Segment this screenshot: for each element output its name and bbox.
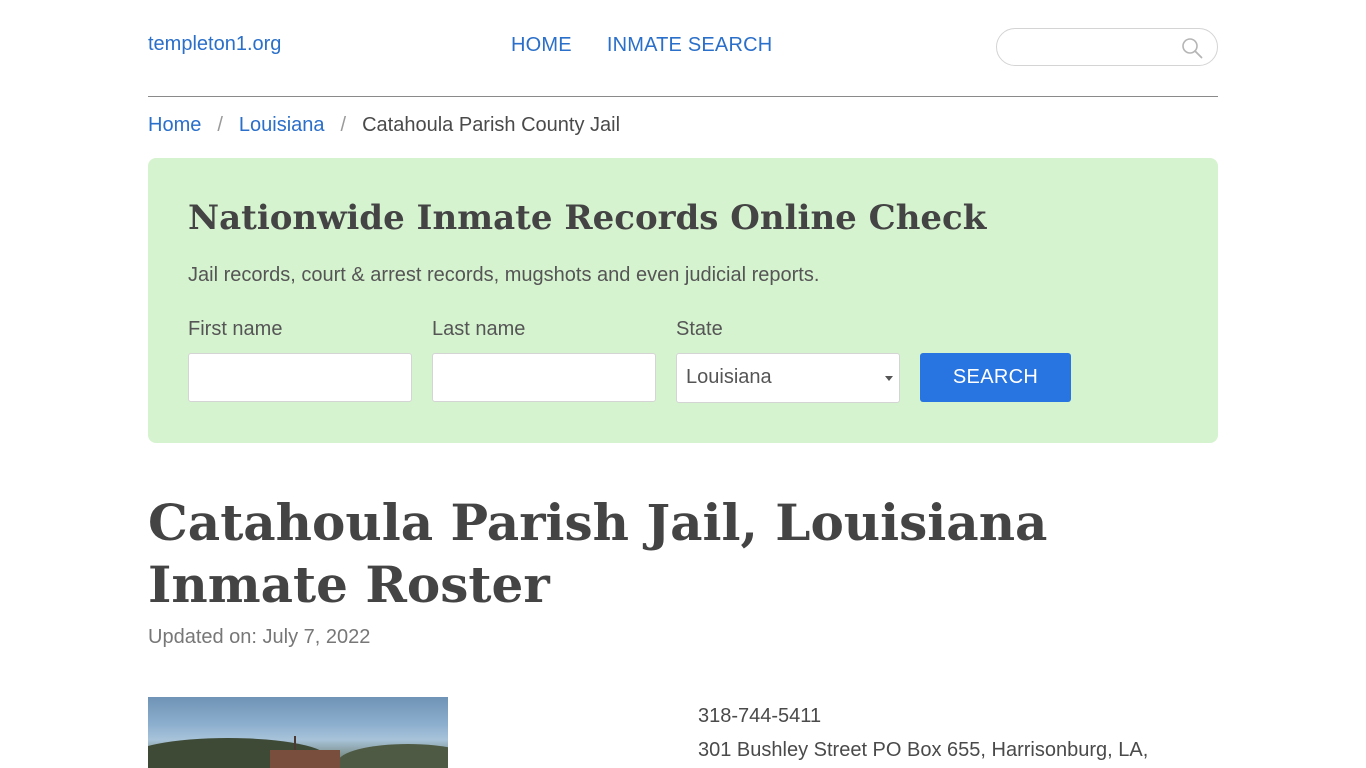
site-header: templeton1.org HOME INMATE SEARCH <box>148 0 1218 97</box>
search-icon[interactable] <box>1181 37 1203 59</box>
contact-info: 318-744-5411 301 Bushley Street PO Box 6… <box>698 699 1148 767</box>
main-nav: HOME INMATE SEARCH <box>511 34 772 57</box>
breadcrumb: Home / Louisiana / Catahoula Parish Coun… <box>148 114 620 137</box>
inmate-search-panel: Nationwide Inmate Records Online Check J… <box>148 158 1218 443</box>
page-title: Catahoula Parish Jail, Louisiana Inmate … <box>148 493 1048 614</box>
phone-number: 318-744-5411 <box>698 705 822 727</box>
breadcrumb-separator: / <box>340 114 347 136</box>
header-search-input[interactable] <box>1011 35 1175 61</box>
header-search-box <box>996 28 1218 66</box>
nav-inmate-search-link[interactable]: INMATE SEARCH <box>607 34 773 57</box>
jail-photo <box>148 697 448 768</box>
nav-home-link[interactable]: HOME <box>511 34 572 57</box>
search-button[interactable]: SEARCH <box>920 353 1071 402</box>
breadcrumb-louisiana-link[interactable]: Louisiana <box>239 114 325 137</box>
last-name-label: Last name <box>432 318 526 340</box>
first-name-label: First name <box>188 318 283 340</box>
first-name-input[interactable] <box>189 354 411 401</box>
page-container: templeton1.org HOME INMATE SEARCH Home /… <box>148 0 1218 768</box>
address: 301 Bushley Street PO Box 655, Harrisonb… <box>698 739 1149 761</box>
breadcrumb-home-link[interactable]: Home <box>148 114 201 137</box>
breadcrumb-current: Catahoula Parish County Jail <box>362 114 621 136</box>
updated-date: Updated on: July 7, 2022 <box>148 626 371 648</box>
first-name-field-wrapper <box>188 353 412 402</box>
panel-subtitle: Jail records, court & arrest records, mu… <box>188 264 820 286</box>
panel-title: Nationwide Inmate Records Online Check <box>188 198 987 238</box>
caret-down-icon <box>885 376 893 381</box>
last-name-field-wrapper <box>432 353 656 402</box>
site-name-link[interactable]: templeton1.org <box>148 33 281 56</box>
breadcrumb-separator: / <box>217 114 223 136</box>
state-select[interactable]: Louisiana <box>676 353 900 403</box>
state-label: State <box>676 318 723 340</box>
last-name-input[interactable] <box>433 354 655 401</box>
state-selected-value: Louisiana <box>686 366 772 388</box>
